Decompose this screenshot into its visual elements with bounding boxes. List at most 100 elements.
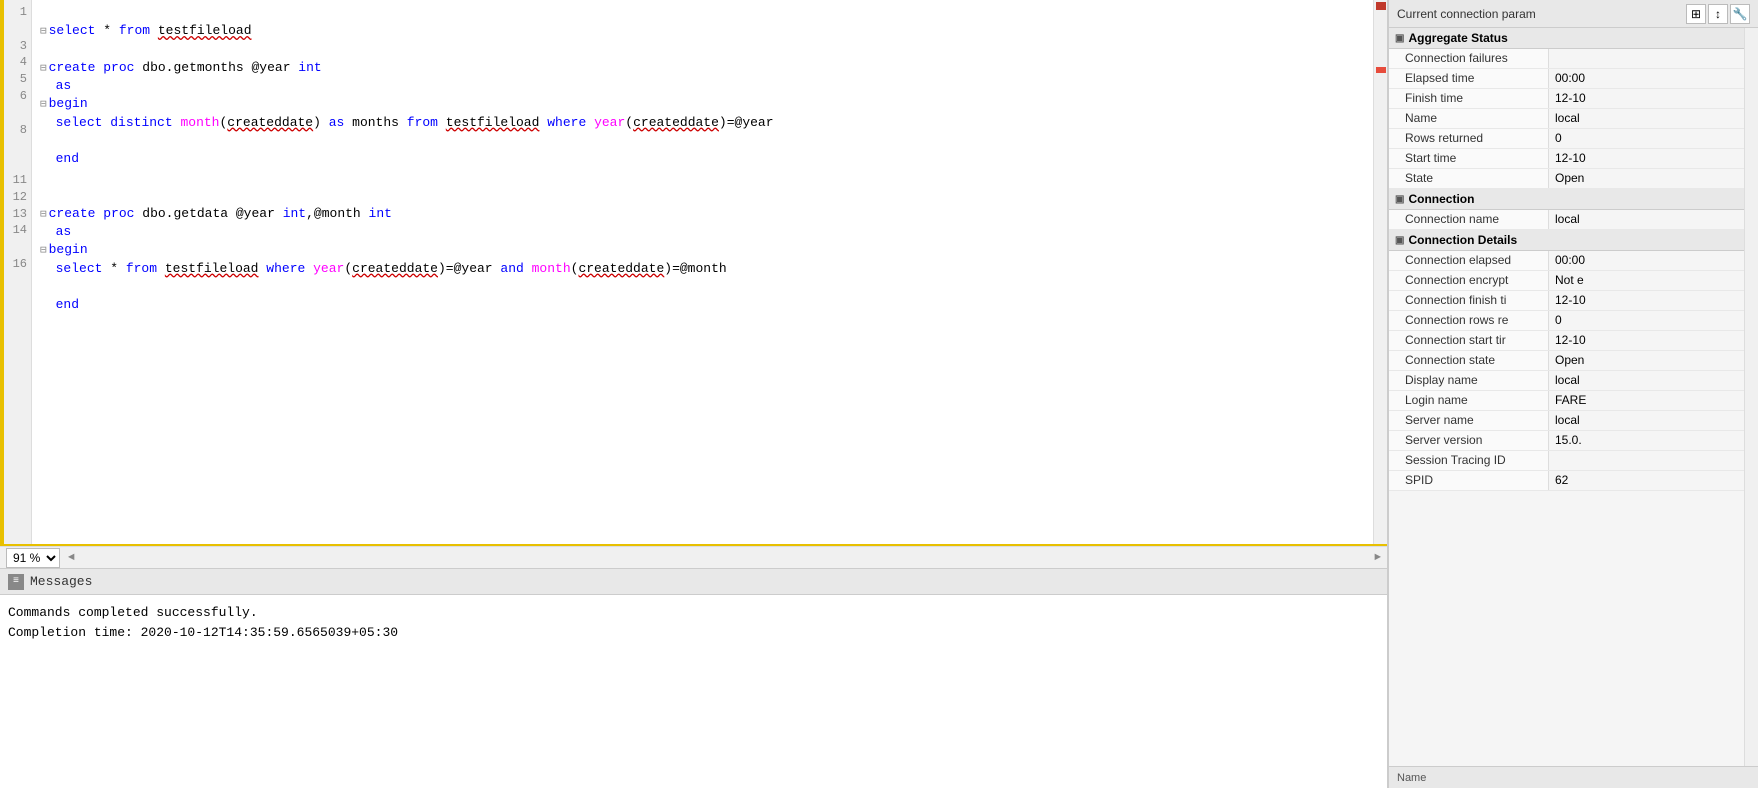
- prop-row: Server version 15.0.: [1389, 431, 1744, 451]
- prop-name: State: [1389, 169, 1549, 188]
- prop-value: 00:00: [1549, 251, 1744, 270]
- code-editor: 1 3 4 5 6 8 11 12 13 14 16 ⊟select * fro…: [0, 0, 1387, 546]
- prop-value: Open: [1549, 169, 1744, 188]
- prop-row: State Open: [1389, 169, 1744, 189]
- prop-name: Server name: [1389, 411, 1549, 430]
- prop-row: Rows returned 0: [1389, 129, 1744, 149]
- message-line-2: Completion time: 2020-10-12T14:35:59.656…: [8, 623, 1379, 643]
- prop-row: Connection encrypt Not e: [1389, 271, 1744, 291]
- prop-row: Elapsed time 00:00: [1389, 69, 1744, 89]
- zoom-select[interactable]: 91 %: [6, 548, 60, 568]
- prop-value: 62: [1549, 471, 1744, 490]
- prop-value: 12-10: [1549, 331, 1744, 350]
- prop-name: Server version: [1389, 431, 1549, 450]
- prop-name: Connection state: [1389, 351, 1549, 370]
- prop-value: 12-10: [1549, 291, 1744, 310]
- prop-name: Connection finish ti: [1389, 291, 1549, 310]
- messages-tab-label[interactable]: Messages: [30, 574, 92, 589]
- bottom-status: Name: [1389, 766, 1758, 788]
- prop-row: Start time 12-10: [1389, 149, 1744, 169]
- prop-name: Start time: [1389, 149, 1549, 168]
- collapse-icon-connection: ▣: [1395, 194, 1404, 205]
- prop-row: SPID 62: [1389, 471, 1744, 491]
- scroll-marker-2: [1376, 67, 1386, 73]
- section-header-aggregate-status[interactable]: ▣ Aggregate Status: [1389, 28, 1744, 49]
- messages-icon: ≡: [8, 574, 24, 590]
- prop-row: Finish time 12-10: [1389, 89, 1744, 109]
- collapse-icon-3[interactable]: ⊟: [40, 63, 47, 75]
- section-label-connection: Connection: [1408, 192, 1474, 206]
- prop-name: SPID: [1389, 471, 1549, 490]
- right-panel-toolbar: ⊞ ↕ 🔧: [1686, 4, 1750, 24]
- prop-name: Rows returned: [1389, 129, 1549, 148]
- prop-row: Connection rows re 0: [1389, 311, 1744, 331]
- right-panel-header: Current connection param ⊞ ↕ 🔧: [1389, 0, 1758, 28]
- prop-value: 0: [1549, 311, 1744, 330]
- prop-value: local: [1549, 109, 1744, 128]
- right-panel: Current connection param ⊞ ↕ 🔧 ▣ Aggregat…: [1388, 0, 1758, 788]
- prop-value: Open: [1549, 351, 1744, 370]
- messages-header: ≡ Messages: [0, 569, 1387, 595]
- prop-row: Name local: [1389, 109, 1744, 129]
- messages-panel: ≡ Messages Commands completed successful…: [0, 568, 1387, 788]
- collapse-icon-13[interactable]: ⊟: [40, 245, 47, 257]
- prop-row: Server name local: [1389, 411, 1744, 431]
- prop-name: Name: [1389, 109, 1549, 128]
- code-content[interactable]: ⊟select * from testfileload ⊟create proc…: [32, 0, 1373, 544]
- section-header-connection[interactable]: ▣ Connection: [1389, 189, 1744, 210]
- section-header-connection-details[interactable]: ▣ Connection Details: [1389, 230, 1744, 251]
- prop-value: local: [1549, 210, 1744, 229]
- prop-row: Login name FARE: [1389, 391, 1744, 411]
- prop-value: FARE: [1549, 391, 1744, 410]
- prop-name: Connection failures: [1389, 49, 1549, 68]
- prop-value: 15.0.: [1549, 431, 1744, 450]
- prop-row: Connection elapsed 00:00: [1389, 251, 1744, 271]
- collapse-icon-11[interactable]: ⊟: [40, 209, 47, 221]
- right-scrollbar[interactable]: [1744, 28, 1758, 766]
- prop-value: 00:00: [1549, 69, 1744, 88]
- collapse-icon-connection-details: ▣: [1395, 235, 1404, 246]
- main-area: 1 3 4 5 6 8 11 12 13 14 16 ⊟select * fro…: [0, 0, 1388, 788]
- prop-value: [1549, 451, 1744, 470]
- arrow-icon-button[interactable]: ↕: [1708, 4, 1728, 24]
- prop-value: [1549, 49, 1744, 68]
- prop-row: Connection name local: [1389, 210, 1744, 230]
- prop-value: 0: [1549, 129, 1744, 148]
- prop-row: Connection start tir 12-10: [1389, 331, 1744, 351]
- prop-name: Login name: [1389, 391, 1549, 410]
- prop-name: Display name: [1389, 371, 1549, 390]
- section-label-aggregate-status: Aggregate Status: [1408, 31, 1507, 45]
- prop-value: local: [1549, 411, 1744, 430]
- prop-row: Session Tracing ID: [1389, 451, 1744, 471]
- prop-name: Finish time: [1389, 89, 1549, 108]
- prop-name: Connection encrypt: [1389, 271, 1549, 290]
- prop-row: Connection failures: [1389, 49, 1744, 69]
- grid-icon-button[interactable]: ⊞: [1686, 4, 1706, 24]
- editor-scrollbar[interactable]: [1373, 0, 1387, 544]
- prop-value: local: [1549, 371, 1744, 390]
- messages-content: Commands completed successfully. Complet…: [0, 595, 1387, 788]
- section-label-connection-details: Connection Details: [1408, 233, 1517, 247]
- right-panel-title: Current connection param: [1397, 7, 1536, 21]
- right-content: ▣ Aggregate Status Connection failures El…: [1389, 28, 1758, 766]
- prop-value: 12-10: [1549, 89, 1744, 108]
- prop-value: Not e: [1549, 271, 1744, 290]
- zoom-bar: 91 % ◄ ►: [0, 546, 1387, 568]
- prop-name: Connection start tir: [1389, 331, 1549, 350]
- properties-table: ▣ Aggregate Status Connection failures El…: [1389, 28, 1744, 766]
- prop-name: Session Tracing ID: [1389, 451, 1549, 470]
- line-numbers: 1 3 4 5 6 8 11 12 13 14 16: [4, 0, 32, 544]
- prop-row: Connection state Open: [1389, 351, 1744, 371]
- collapse-icon-5[interactable]: ⊟: [40, 99, 47, 111]
- collapse-icon-aggregate-status: ▣: [1395, 33, 1404, 44]
- wrench-icon-button[interactable]: 🔧: [1730, 4, 1750, 24]
- prop-name: Connection elapsed: [1389, 251, 1549, 270]
- prop-value: 12-10: [1549, 149, 1744, 168]
- scroll-marker-1: [1376, 2, 1386, 10]
- collapse-icon-1[interactable]: ⊟: [40, 26, 47, 38]
- prop-row: Display name local: [1389, 371, 1744, 391]
- bottom-status-label: Name: [1397, 772, 1426, 784]
- message-line-1: Commands completed successfully.: [8, 603, 1379, 623]
- prop-name: Connection name: [1389, 210, 1549, 229]
- prop-name: Elapsed time: [1389, 69, 1549, 88]
